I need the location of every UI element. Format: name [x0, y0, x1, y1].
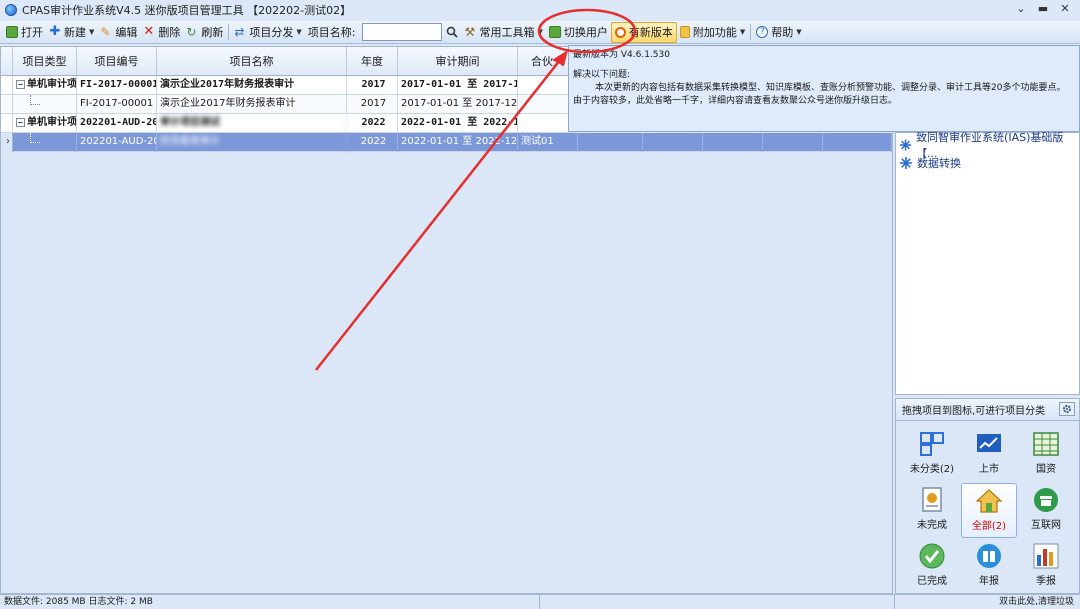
category-all[interactable]: 全部(2) [961, 483, 1017, 538]
chevron-down-icon: ▼ [537, 28, 543, 36]
addon-doc-icon [679, 26, 690, 38]
row-pointer-icon: › [1, 133, 13, 152]
table-row[interactable]: FI-2017-00001 演示企业2017年财务报表审计 2017 2017-… [1, 95, 578, 114]
close-button[interactable]: ✕ [1054, 0, 1076, 20]
column-header-name[interactable]: 项目名称 [157, 47, 347, 75]
chevron-down-icon: ▼ [89, 28, 95, 36]
category-quarterly[interactable]: 季报 [1018, 539, 1074, 594]
pencil-icon: ✎ [100, 25, 111, 39]
state-owned-grid-icon [1033, 432, 1059, 456]
complete-check-icon [919, 543, 945, 569]
chevron-down-icon: ▼ [739, 28, 746, 36]
grid-header: 项目类型 项目编号 项目名称 年度 审计期间 合伙人 [1, 47, 578, 76]
plus-icon: ✚ [49, 24, 61, 39]
tools-panel: 致同智审作业系统(IAS)基础版 【... 数据转换 [895, 131, 1080, 395]
search-icon[interactable] [445, 25, 459, 39]
open-folder-icon [6, 26, 18, 38]
category-incomplete[interactable]: 未完成 [904, 483, 960, 538]
common-tools-button[interactable]: ⚒ 常用工具箱 ▼ [462, 22, 546, 43]
column-header-year[interactable]: 年度 [347, 47, 398, 75]
gear-icon[interactable] [1059, 402, 1075, 416]
addons-button[interactable]: 附加功能 ▼ [677, 22, 748, 43]
column-header-type[interactable]: 项目类型 [13, 47, 77, 75]
category-state-owned[interactable]: 国资 [1018, 427, 1074, 482]
tooltip-heading: 解决以下问题: [573, 70, 631, 80]
category-unclassified[interactable]: 未分类(2) [904, 427, 960, 482]
distribute-icon: ⇄ [234, 25, 245, 39]
table-row-selected[interactable]: › 202201-AUD-2022- 财务报表审计 2022 2022-01-0… [1, 133, 892, 152]
status-middle [540, 594, 895, 609]
toolbar-separator [228, 24, 230, 40]
clean-garbage-link[interactable]: 双击此处,清理垃圾 [895, 595, 1080, 609]
snowflake-gear-icon [900, 157, 912, 169]
collapse-toggle-icon[interactable]: − [16, 79, 25, 89]
unclassified-icon [920, 432, 944, 456]
tool-item-ias[interactable]: 致同智审作业系统(IAS)基础版 【... [900, 131, 1075, 160]
tooltip-body: 本次更新的内容包括有数据采集转换模型、知识库模板、查账分析预警功能、调整分录、审… [595, 83, 1066, 93]
category-header: 拖拽项目到图标,可进行项目分类 [896, 399, 1079, 421]
tree-line [30, 133, 40, 143]
data-file-size: 数据文件: 2085 MB [4, 596, 86, 607]
project-name-search-input[interactable] [361, 23, 442, 41]
new-version-tooltip: 最新版本为 V4.6.1.530 解决以下问题: 本次更新的内容包括有数据采集转… [568, 45, 1080, 132]
new-version-button[interactable]: 有新版本 [610, 21, 677, 43]
toolbar-separator [750, 24, 752, 40]
title-bar: CPAS审计作业系统V4.5 迷你版项目管理工具 【202202-测试02】 ⌄… [0, 0, 1080, 20]
internet-shop-icon [1034, 488, 1058, 512]
open-button[interactable]: 打开 [3, 22, 46, 43]
delete-x-icon: ✕ [143, 24, 155, 39]
table-row[interactable]: − 单机审计项 FI-2017-00001 演示企业2017年财务报表审计 201… [1, 76, 578, 95]
incomplete-doc-icon [922, 487, 942, 512]
category-complete[interactable]: 已完成 [904, 539, 960, 594]
quarterly-bars-icon [1033, 543, 1059, 569]
refresh-button[interactable]: ↻ 刷新 [183, 22, 226, 43]
toolbox-icon: ⚒ [464, 25, 476, 39]
collapse-button[interactable]: ⌄ [1010, 0, 1032, 20]
log-file-size: 日志文件: 2 MB [88, 596, 153, 607]
row-selector-header [1, 47, 13, 75]
help-button[interactable]: ? 帮助 ▼ [753, 22, 804, 43]
help-icon: ? [756, 26, 769, 38]
refresh-icon: ↻ [186, 25, 197, 39]
all-home-icon [976, 489, 1002, 513]
new-button[interactable]: ✚ 新建 ▼ [46, 22, 97, 43]
column-header-code[interactable]: 项目编号 [77, 47, 157, 75]
status-bar: 数据文件: 2085 MB 日志文件: 2 MB 双击此处,清理垃圾 [0, 594, 1080, 609]
tree-line [30, 95, 40, 105]
table-row[interactable]: − 单机审计项 202201-AUD-202 审计项目测试 2022 2022-0… [1, 114, 578, 133]
app-logo-icon [5, 4, 17, 16]
project-name-label: 项目名称: [307, 26, 356, 39]
switch-user-button[interactable]: 切换用户 [546, 22, 611, 43]
maximize-button[interactable]: ▬ [1032, 0, 1054, 20]
update-circle-icon [614, 26, 626, 38]
column-header-period[interactable]: 审计期间 [398, 47, 518, 75]
tooltip-body-2: 由于内容较多，此处省略一千字，详细内容请查看友数聚公众号迷你版升级日志。 [573, 96, 898, 106]
category-listed[interactable]: 上市 [961, 427, 1017, 482]
delete-button[interactable]: ✕ 删除 [140, 22, 183, 43]
window-title: CPAS审计作业系统V4.5 迷你版项目管理工具 【202202-测试02】 [22, 4, 352, 17]
chevron-down-icon: ▼ [796, 28, 802, 36]
annual-report-icon [977, 544, 1001, 568]
category-annual[interactable]: 年报 [961, 539, 1017, 594]
tooltip-version-line: 最新版本为 V4.6.1.530 [573, 50, 670, 60]
main-toolbar: 打开 ✚ 新建 ▼ ✎ 编辑 ✕ 删除 ↻ 刷新 ⇄ 项目分发 ▼ 项目名称: ⚒ … [0, 21, 1080, 44]
category-panel: 拖拽项目到图标,可进行项目分类 未分类(2) 上市 国资 未完成 全部(2) 互… [895, 398, 1080, 594]
switch-user-icon [548, 26, 561, 38]
collapse-toggle-icon[interactable]: − [16, 117, 25, 127]
chevron-down-icon: ▼ [296, 28, 302, 36]
category-internet[interactable]: 互联网 [1018, 483, 1074, 538]
listed-chart-icon [977, 434, 1001, 452]
snowflake-gear-icon [900, 139, 912, 151]
distribute-button[interactable]: ⇄ 项目分发 ▼ [231, 22, 304, 43]
edit-button[interactable]: ✎ 编辑 [97, 22, 140, 43]
